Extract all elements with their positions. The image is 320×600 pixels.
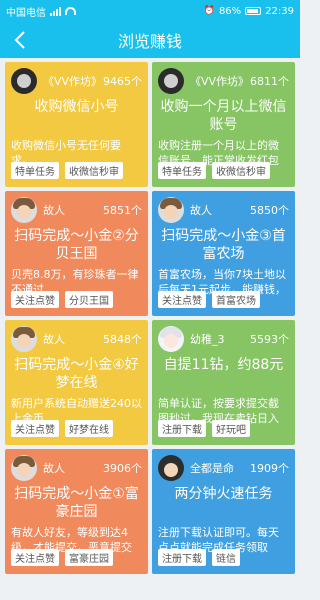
status-bar: 中国电信 ⏰ 86% 22:39 bbox=[0, 0, 300, 22]
task-tag: 首富农场 bbox=[212, 291, 260, 308]
task-tag: 注册下载 bbox=[158, 549, 206, 566]
task-tag: 注册下载 bbox=[158, 420, 206, 437]
task-title: 扫码完成～小金①富豪庄园 bbox=[14, 486, 139, 520]
task-title: 扫码完成～小金③首富农场 bbox=[161, 228, 286, 262]
task-tag: 关注点赞 bbox=[158, 291, 206, 308]
task-card[interactable]: 《VV作坊》 9465个 收购微信小号 收购微信小号无任何要求。 特单任务 收微… bbox=[5, 62, 148, 187]
task-tag: 特单任务 bbox=[11, 162, 59, 179]
task-tag: 好梦在线 bbox=[65, 420, 113, 437]
task-tag: 关注点赞 bbox=[11, 291, 59, 308]
task-user: 故人 bbox=[43, 333, 65, 346]
task-tag: 关注点赞 bbox=[11, 549, 59, 566]
task-count: 5850个 bbox=[250, 204, 289, 217]
task-tag: 好玩吧 bbox=[212, 420, 250, 437]
task-tag: 收微信秒审 bbox=[212, 162, 270, 179]
avatar bbox=[158, 68, 184, 94]
task-count: 1909个 bbox=[250, 462, 289, 475]
task-user: 《VV作坊》 bbox=[43, 75, 103, 88]
task-title: 两分钟火速任务 bbox=[174, 486, 273, 502]
task-title: 收购微信小号 bbox=[34, 99, 119, 115]
avatar bbox=[11, 68, 37, 94]
battery-icon bbox=[245, 7, 262, 15]
task-user: 故人 bbox=[43, 204, 65, 217]
task-count: 5851个 bbox=[103, 204, 142, 217]
task-card[interactable]: 《VV作坊》 6811个 收购一个月以上微信账号 收购注册一个月以上的微信账号，… bbox=[152, 62, 295, 187]
wifi-icon bbox=[65, 7, 76, 15]
task-title: 扫码完成～小金②分贝王国 bbox=[14, 228, 139, 262]
task-card[interactable]: 故人 3906个 扫码完成～小金①富豪庄园 有故人好友，等级到达4级，才能提交，… bbox=[5, 449, 148, 574]
back-button[interactable] bbox=[8, 26, 32, 54]
nav-bar: 浏览赚钱 bbox=[0, 22, 300, 58]
task-count: 5848个 bbox=[103, 333, 142, 346]
task-tag: 分贝王国 bbox=[65, 291, 113, 308]
back-arrow-icon bbox=[14, 31, 25, 49]
task-count: 5593个 bbox=[250, 333, 289, 346]
signal-icon bbox=[50, 6, 61, 16]
page-title: 浏览赚钱 bbox=[117, 32, 182, 51]
task-card[interactable]: 幼稚_3 5593个 自提11钻，约88元 简单认证，按要求提交截图秒过。我现在… bbox=[152, 320, 295, 445]
task-user: 幼稚_3 bbox=[190, 333, 225, 346]
avatar bbox=[158, 197, 184, 223]
avatar bbox=[158, 326, 184, 352]
battery-percent: 86% bbox=[218, 5, 242, 17]
task-title: 自提11钻，约88元 bbox=[163, 357, 284, 373]
task-tag: 关注点赞 bbox=[11, 420, 59, 437]
alarm-icon: ⏰ bbox=[203, 6, 215, 16]
task-count: 3906个 bbox=[103, 462, 142, 475]
task-tag: 特单任务 bbox=[158, 162, 206, 179]
task-tag: 收微信秒审 bbox=[65, 162, 123, 179]
task-user: 《VV作坊》 bbox=[190, 75, 250, 88]
avatar bbox=[11, 326, 37, 352]
task-tag: 链信 bbox=[212, 549, 240, 566]
task-count: 9465个 bbox=[103, 75, 142, 88]
clock-time: 22:39 bbox=[265, 5, 294, 17]
task-grid: 《VV作坊》 9465个 收购微信小号 收购微信小号无任何要求。 特单任务 收微… bbox=[5, 62, 295, 574]
task-title: 扫码完成～小金④好梦在线 bbox=[14, 357, 139, 391]
task-card[interactable]: 全都是命 1909个 两分钟火速任务 注册下载认证即可。每天点点就能完成任务领取… bbox=[152, 449, 295, 574]
task-card[interactable]: 故人 5851个 扫码完成～小金②分贝王国 贝壳8.8万，有珍珠者一律不通过~~… bbox=[5, 191, 148, 316]
task-user: 故人 bbox=[43, 462, 65, 475]
avatar bbox=[11, 197, 37, 223]
task-tag: 富豪庄园 bbox=[65, 549, 113, 566]
carrier-label: 中国电信 bbox=[6, 7, 46, 19]
task-count: 6811个 bbox=[250, 75, 289, 88]
task-card[interactable]: 故人 5848个 扫码完成～小金④好梦在线 新用户系统自动赠送240以上金币~~… bbox=[5, 320, 148, 445]
task-user: 全都是命 bbox=[190, 462, 234, 475]
task-card[interactable]: 故人 5850个 扫码完成～小金③首富农场 首富农场，当你7块土地以后每天1元起… bbox=[152, 191, 295, 316]
avatar bbox=[11, 455, 37, 481]
task-title: 收购一个月以上微信账号 bbox=[160, 99, 287, 133]
task-user: 故人 bbox=[190, 204, 212, 217]
avatar bbox=[158, 455, 184, 481]
